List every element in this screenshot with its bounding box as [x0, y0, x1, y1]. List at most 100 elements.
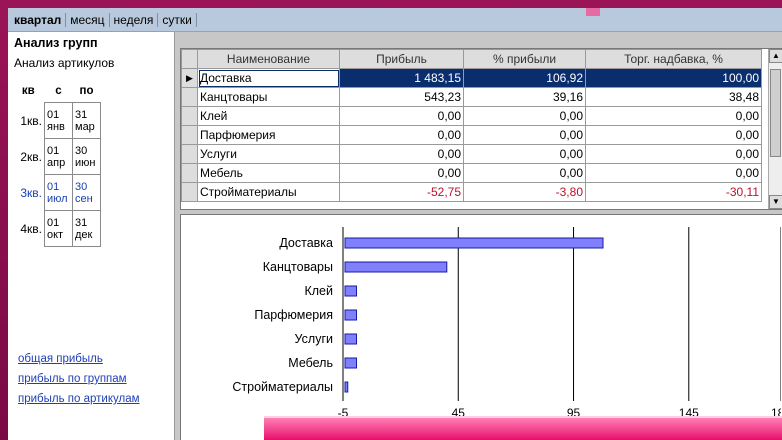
decorative-overlay-bar	[264, 416, 782, 440]
quarter-label[interactable]: 2кв.	[12, 139, 45, 175]
cell-pct[interactable]: 0,00	[463, 163, 586, 183]
date-month: июн	[75, 156, 96, 169]
quarter-label[interactable]: 3кв.	[12, 175, 45, 211]
cell-markup[interactable]: 100,00	[585, 68, 762, 88]
app-window: квартал месяц неделя сутки Анализ групп …	[8, 8, 782, 440]
category-label: Канцтовары	[263, 260, 333, 274]
profit-grid[interactable]: Наименование Прибыль % прибыли Торг. над…	[180, 48, 782, 210]
date-day: 01	[47, 108, 60, 121]
bar	[344, 333, 358, 345]
row-indicator	[181, 182, 198, 202]
cell-markup[interactable]: 0,00	[585, 144, 762, 164]
cell-pct[interactable]: 0,00	[463, 106, 586, 126]
scroll-down-icon[interactable]: ▼	[769, 195, 782, 209]
cell-markup[interactable]: 0,00	[585, 125, 762, 145]
cell-profit[interactable]: 0,00	[339, 144, 464, 164]
cell-profit[interactable]: 0,00	[339, 106, 464, 126]
header-to: по	[79, 85, 94, 97]
bar	[344, 261, 448, 273]
tab-quarter[interactable]: квартал	[10, 12, 67, 27]
quarter-row-3[interactable]: 3кв. 01 июл 30 сен	[12, 174, 101, 211]
row-pointer-icon: ▶	[181, 68, 198, 88]
profit-bar-chart: -54595145185ДоставкаКанцтоварыКлейПарфюм…	[232, 227, 781, 420]
quarter-to[interactable]: 31 дек	[72, 210, 101, 247]
table-row[interactable]: Мебель 0,00 0,00 0,00	[181, 163, 762, 183]
total-profit-link[interactable]: общая прибыль	[18, 352, 168, 366]
category-label: Клей	[304, 284, 333, 298]
tab-week[interactable]: неделя	[110, 12, 159, 27]
cell-name[interactable]: Услуги	[197, 144, 340, 164]
scroll-up-icon[interactable]: ▲	[769, 49, 782, 63]
quarter-from[interactable]: 01 янв	[44, 102, 73, 139]
cell-pct[interactable]: 39,16	[463, 87, 586, 107]
profit-by-articles-link[interactable]: прибыль по артикулам	[18, 392, 168, 406]
date-day: 31	[75, 216, 88, 229]
table-row[interactable]: Стройматериалы -52,75 -3,80 -30,11	[181, 182, 762, 202]
quarter-from[interactable]: 01 окт	[44, 210, 73, 247]
cell-name[interactable]: Клей	[197, 106, 340, 126]
category-label: Парфюмерия	[254, 308, 333, 322]
tab-month[interactable]: месяц	[66, 12, 110, 27]
col-pct-header[interactable]: % прибыли	[463, 49, 586, 69]
cell-markup[interactable]: 0,00	[585, 106, 762, 126]
cell-name[interactable]: Доставка	[197, 68, 340, 88]
cell-pct[interactable]: 106,92	[463, 68, 586, 88]
table-row[interactable]: Клей 0,00 0,00 0,00	[181, 106, 762, 126]
table-row[interactable]: Парфюмерия 0,00 0,00 0,00	[181, 125, 762, 145]
row-indicator	[181, 106, 198, 126]
cell-profit[interactable]: 1 483,15	[339, 68, 464, 88]
date-month: янв	[47, 120, 65, 133]
category-label: Доставка	[279, 236, 333, 250]
bar	[344, 309, 358, 321]
cell-markup[interactable]: 38,48	[585, 87, 762, 107]
quarter-label[interactable]: 4кв.	[12, 211, 45, 247]
tab-day[interactable]: сутки	[158, 12, 197, 27]
table-row[interactable]: ▶ Доставка 1 483,15 106,92 100,00	[181, 68, 762, 88]
date-day: 30	[75, 144, 88, 157]
quarter-from[interactable]: 01 июл	[44, 174, 73, 211]
cell-markup[interactable]: -30,11	[585, 182, 762, 202]
cell-pct[interactable]: 0,00	[463, 125, 586, 145]
quarter-row-1[interactable]: 1кв. 01 янв 31 мар	[12, 102, 101, 139]
cell-profit[interactable]: 0,00	[339, 163, 464, 183]
cell-name[interactable]: Парфюмерия	[197, 125, 340, 145]
table-row[interactable]: Канцтовары 543,23 39,16 38,48	[181, 87, 762, 107]
quarter-from[interactable]: 01 апр	[44, 138, 73, 175]
cell-name[interactable]: Канцтовары	[197, 87, 340, 107]
cell-pct[interactable]: -3,80	[463, 182, 586, 202]
quarter-row-4[interactable]: 4кв. 01 окт 31 дек	[12, 210, 101, 247]
col-markup-header[interactable]: Торг. надбавка, %	[585, 49, 762, 69]
date-day: 01	[47, 216, 60, 229]
period-tabbar: квартал месяц неделя сутки	[8, 8, 782, 32]
col-profit-header[interactable]: Прибыль	[339, 49, 464, 69]
quarter-to[interactable]: 30 сен	[72, 174, 101, 211]
quarter-label[interactable]: 1кв.	[12, 103, 45, 139]
group-analysis-title[interactable]: Анализ групп	[14, 36, 98, 50]
bar	[344, 381, 349, 393]
scroll-thumb[interactable]	[770, 69, 781, 157]
row-indicator	[181, 125, 198, 145]
left-panel: Анализ групп Анализ артикулов кв с по 1к…	[8, 32, 175, 440]
date-day: 31	[75, 108, 88, 121]
category-label: Мебель	[288, 356, 333, 370]
bar	[344, 237, 604, 249]
article-analysis-link[interactable]: Анализ артикулов	[14, 56, 114, 70]
profit-by-groups-link[interactable]: прибыль по группам	[18, 372, 168, 386]
cell-profit[interactable]: 543,23	[339, 87, 464, 107]
cell-pct[interactable]: 0,00	[463, 144, 586, 164]
cell-profit[interactable]: 0,00	[339, 125, 464, 145]
row-indicator	[181, 163, 198, 183]
col-name-header[interactable]: Наименование	[197, 49, 340, 69]
table-row[interactable]: Услуги 0,00 0,00 0,00	[181, 144, 762, 164]
cell-profit[interactable]: -52,75	[339, 182, 464, 202]
cell-name[interactable]: Мебель	[197, 163, 340, 183]
date-month: дек	[75, 228, 93, 241]
cell-markup[interactable]: 0,00	[585, 163, 762, 183]
grid-corner	[181, 49, 198, 69]
grid-scrollbar[interactable]: ▲ ▼	[768, 49, 782, 209]
cell-name[interactable]: Стройматериалы	[197, 182, 340, 202]
quarter-row-2[interactable]: 2кв. 01 апр 30 июн	[12, 138, 101, 175]
quarter-to[interactable]: 30 июн	[72, 138, 101, 175]
quarter-to[interactable]: 31 мар	[72, 102, 101, 139]
date-month: окт	[47, 228, 64, 241]
